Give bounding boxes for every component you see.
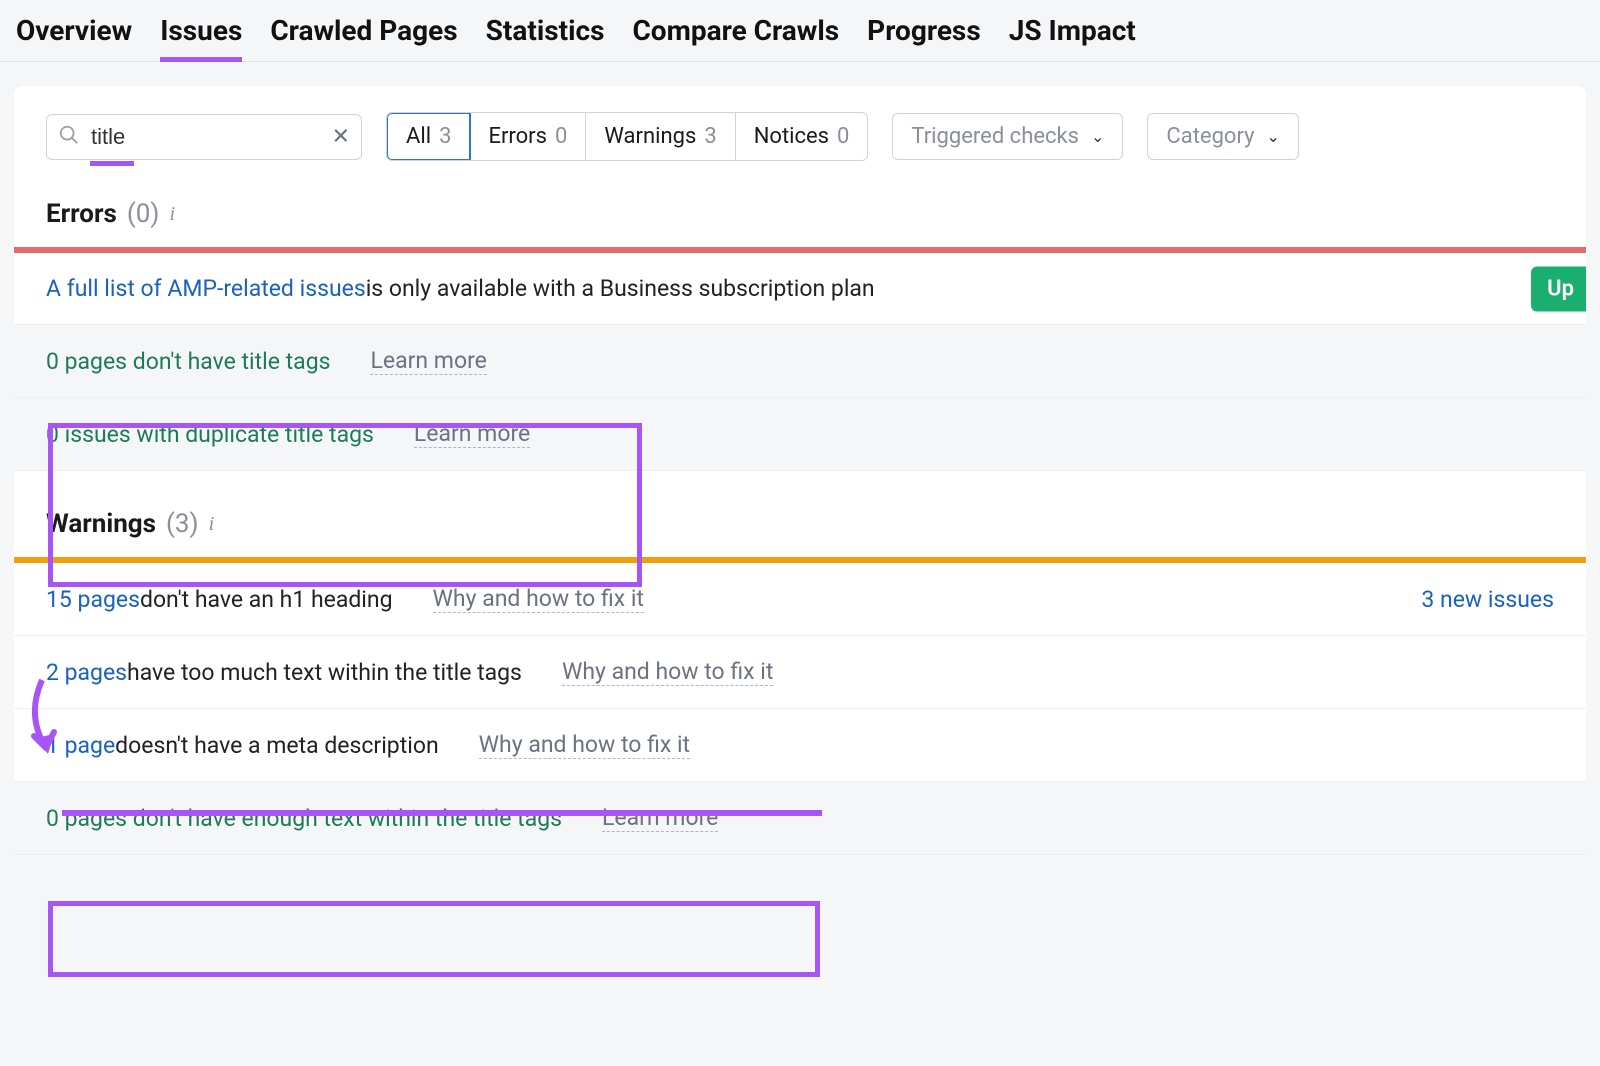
error-row: 0 issues with duplicate title tags Learn… bbox=[14, 398, 1586, 471]
warning-pages-link[interactable]: 15 pages bbox=[46, 586, 140, 613]
filter-errors-label: Errors bbox=[488, 124, 547, 149]
why-fix-link[interactable]: Why and how to fix it bbox=[479, 731, 690, 759]
warnings-header: Warnings (3) i bbox=[14, 471, 1586, 557]
warning-row-text: doesn't have a meta description bbox=[115, 732, 438, 759]
tab-js-impact[interactable]: JS Impact bbox=[1009, 14, 1136, 61]
clear-icon[interactable]: ✕ bbox=[332, 124, 350, 149]
warning-row: 1 page doesn't have a meta description W… bbox=[14, 709, 1586, 782]
filter-notices-label: Notices bbox=[754, 124, 829, 149]
tab-statistics[interactable]: Statistics bbox=[486, 14, 605, 61]
category-dropdown[interactable]: Category ⌄ bbox=[1147, 113, 1299, 160]
why-fix-link[interactable]: Why and how to fix it bbox=[562, 658, 773, 686]
new-issues-link[interactable]: 3 new issues bbox=[1421, 586, 1554, 613]
filter-all[interactable]: All 3 bbox=[386, 112, 471, 161]
filter-errors[interactable]: Errors 0 bbox=[470, 113, 586, 160]
learn-more-link[interactable]: Learn more bbox=[370, 347, 486, 375]
filter-all-label: All bbox=[406, 124, 431, 149]
warnings-title: Warnings bbox=[46, 509, 156, 539]
errors-header: Errors (0) i bbox=[14, 161, 1586, 247]
amp-notice-row: A full list of AMP-related issues is onl… bbox=[14, 253, 1586, 325]
search-wrap: ✕ bbox=[46, 114, 362, 160]
tab-progress[interactable]: Progress bbox=[867, 14, 981, 61]
why-fix-link[interactable]: Why and how to fix it bbox=[433, 585, 644, 613]
filter-notices[interactable]: Notices 0 bbox=[736, 113, 868, 160]
annotation-box bbox=[48, 901, 820, 977]
search-highlight bbox=[90, 161, 134, 166]
info-icon[interactable]: i bbox=[209, 513, 215, 536]
errors-count: (0) bbox=[127, 199, 160, 229]
filter-warnings-count: 3 bbox=[704, 124, 716, 149]
tab-compare-crawls[interactable]: Compare Crawls bbox=[632, 14, 839, 61]
warning-row-text: don't have an h1 heading bbox=[140, 586, 393, 613]
warning-row: 0 pages don't have enough text within th… bbox=[14, 782, 1586, 855]
warning-pages-link[interactable]: 2 pages bbox=[46, 659, 127, 686]
filter-pills: All 3 Errors 0 Warnings 3 Notices 0 bbox=[386, 112, 868, 161]
error-row-text: 0 pages don't have title tags bbox=[46, 348, 330, 375]
upgrade-button[interactable]: Up bbox=[1531, 266, 1586, 311]
toolbar: ✕ All 3 Errors 0 Warnings 3 Notices 0 Tr… bbox=[14, 112, 1586, 161]
filter-warnings-label: Warnings bbox=[604, 124, 696, 149]
filter-errors-count: 0 bbox=[555, 124, 567, 149]
filter-warnings[interactable]: Warnings 3 bbox=[586, 113, 735, 160]
category-label: Category bbox=[1166, 124, 1254, 149]
info-icon[interactable]: i bbox=[169, 203, 175, 226]
triggered-checks-dropdown[interactable]: Triggered checks ⌄ bbox=[892, 113, 1123, 160]
tab-overview[interactable]: Overview bbox=[16, 14, 132, 61]
triggered-checks-label: Triggered checks bbox=[911, 124, 1079, 149]
amp-link[interactable]: A full list of AMP-related issues bbox=[46, 275, 366, 302]
learn-more-link[interactable]: Learn more bbox=[414, 420, 530, 448]
chevron-down-icon: ⌄ bbox=[1091, 127, 1104, 146]
main-tabs: Overview Issues Crawled Pages Statistics… bbox=[0, 0, 1600, 62]
search-icon bbox=[58, 124, 80, 150]
filter-notices-count: 0 bbox=[837, 124, 849, 149]
errors-title: Errors bbox=[46, 199, 117, 229]
tab-crawled-pages[interactable]: Crawled Pages bbox=[270, 14, 457, 61]
error-row-text: 0 issues with duplicate title tags bbox=[46, 421, 374, 448]
learn-more-link[interactable]: Learn more bbox=[602, 804, 718, 832]
warning-row-text: 0 pages don't have enough text within th… bbox=[46, 805, 562, 832]
warning-row: 15 pages don't have an h1 heading Why an… bbox=[14, 563, 1586, 636]
chevron-down-icon: ⌄ bbox=[1267, 127, 1280, 146]
amp-text: is only available with a Business subscr… bbox=[366, 275, 875, 302]
search-input[interactable] bbox=[46, 114, 362, 160]
warning-row: 2 pages have too much text within the ti… bbox=[14, 636, 1586, 709]
error-row: 0 pages don't have title tags Learn more bbox=[14, 325, 1586, 398]
filter-all-count: 3 bbox=[439, 124, 451, 149]
issues-panel: ✕ All 3 Errors 0 Warnings 3 Notices 0 Tr… bbox=[14, 86, 1586, 855]
warning-row-text: have too much text within the title tags bbox=[127, 659, 522, 686]
warnings-count: (3) bbox=[166, 509, 199, 539]
tab-issues[interactable]: Issues bbox=[160, 14, 242, 61]
warning-pages-link[interactable]: 1 page bbox=[46, 732, 115, 759]
